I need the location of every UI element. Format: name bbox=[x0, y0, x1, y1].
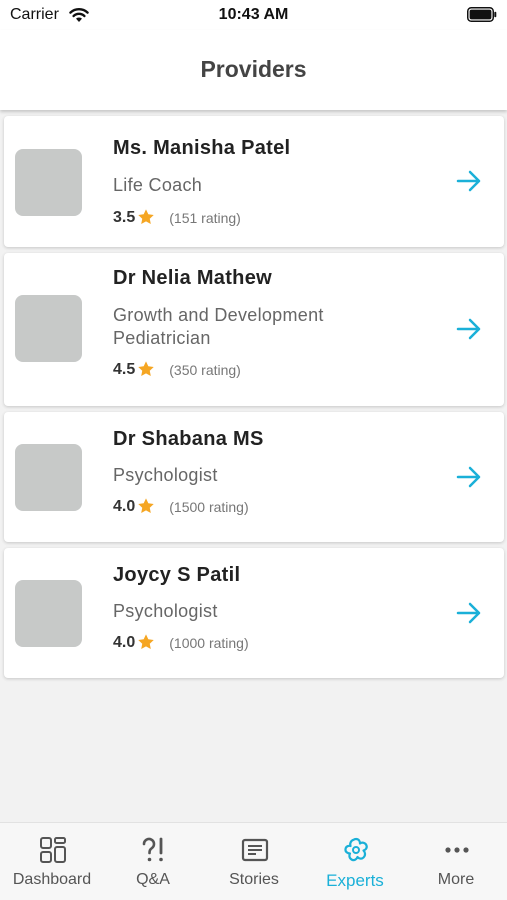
rating-value: 3.5 bbox=[113, 209, 136, 226]
nav-header: Providers bbox=[0, 30, 507, 110]
provider-rating: 4.0 (1500 rating) bbox=[113, 496, 249, 518]
provider-card[interactable]: Joycy S Patil Psychologist 4.0 (1000 rat… bbox=[4, 548, 504, 678]
tab-more[interactable]: More bbox=[406, 823, 506, 900]
provider-name: Joycy S Patil bbox=[113, 564, 241, 586]
status-bar: Carrier 10:43 AM bbox=[0, 0, 507, 30]
provider-specialty: Growth and Development Pediatrician bbox=[113, 305, 324, 348]
provider-avatar bbox=[15, 149, 82, 216]
question-exclamation-icon bbox=[142, 837, 163, 862]
rating-value: 4.5 bbox=[113, 361, 136, 378]
provider-avatar bbox=[15, 295, 82, 362]
tab-label: More bbox=[437, 871, 475, 888]
tab-label: Stories bbox=[229, 871, 279, 888]
provider-specialty: Life Coach bbox=[113, 175, 203, 195]
star-icon bbox=[138, 498, 154, 514]
provider-card[interactable]: Dr Shabana MS Psychologist 4.0 (1500 rat… bbox=[4, 412, 504, 542]
status-time: 10:43 AM bbox=[218, 6, 289, 23]
provider-specialty: Psychologist bbox=[113, 601, 218, 621]
dashboard-grid-icon bbox=[40, 837, 66, 863]
battery-icon bbox=[467, 7, 497, 22]
provider-name: Dr Nelia Mathew bbox=[113, 267, 272, 289]
star-icon bbox=[138, 209, 154, 225]
tab-label: Experts bbox=[326, 871, 384, 890]
tab-experts[interactable]: Experts bbox=[305, 823, 405, 900]
rating-count: (1000 rating) bbox=[169, 635, 249, 651]
more-dots-icon bbox=[445, 847, 469, 853]
provider-rating: 3.5 (151 rating) bbox=[113, 207, 241, 229]
provider-name: Dr Shabana MS bbox=[113, 428, 264, 450]
tab-label: Dashboard bbox=[12, 871, 92, 888]
rating-count: (1500 rating) bbox=[169, 499, 249, 515]
star-icon bbox=[138, 361, 154, 377]
provider-name: Ms. Manisha Patel bbox=[113, 137, 291, 159]
provider-card[interactable]: Ms. Manisha Patel Life Coach 3.5 (151 ra… bbox=[4, 116, 504, 247]
stories-icon bbox=[241, 838, 269, 862]
tab-dashboard[interactable]: Dashboard bbox=[2, 823, 102, 900]
provider-card[interactable]: Dr Nelia Mathew Growth and Development P… bbox=[4, 253, 504, 406]
provider-avatar bbox=[15, 580, 82, 647]
star-icon bbox=[138, 634, 154, 650]
rating-value: 4.0 bbox=[113, 498, 136, 515]
tab-label: Q&A bbox=[136, 871, 170, 888]
bottom-tab-bar: Dashboard Q&A Stories Experts More bbox=[0, 822, 507, 900]
page-title: Providers bbox=[200, 56, 307, 82]
arrow-right-icon[interactable] bbox=[456, 169, 482, 193]
provider-specialty: Psychologist bbox=[113, 465, 218, 485]
rating-count: (151 rating) bbox=[169, 210, 241, 226]
provider-rating: 4.5 (350 rating) bbox=[113, 359, 241, 381]
arrow-right-icon[interactable] bbox=[456, 317, 482, 341]
arrow-right-icon[interactable] bbox=[456, 465, 482, 489]
provider-rating: 4.0 (1000 rating) bbox=[113, 632, 249, 654]
arrow-right-icon[interactable] bbox=[456, 601, 482, 625]
rating-value: 4.0 bbox=[113, 634, 136, 651]
tab-qa[interactable]: Q&A bbox=[103, 823, 203, 900]
experts-flower-icon bbox=[344, 837, 368, 862]
provider-avatar bbox=[15, 444, 82, 511]
tab-stories[interactable]: Stories bbox=[204, 823, 304, 900]
rating-count: (350 rating) bbox=[169, 362, 241, 378]
